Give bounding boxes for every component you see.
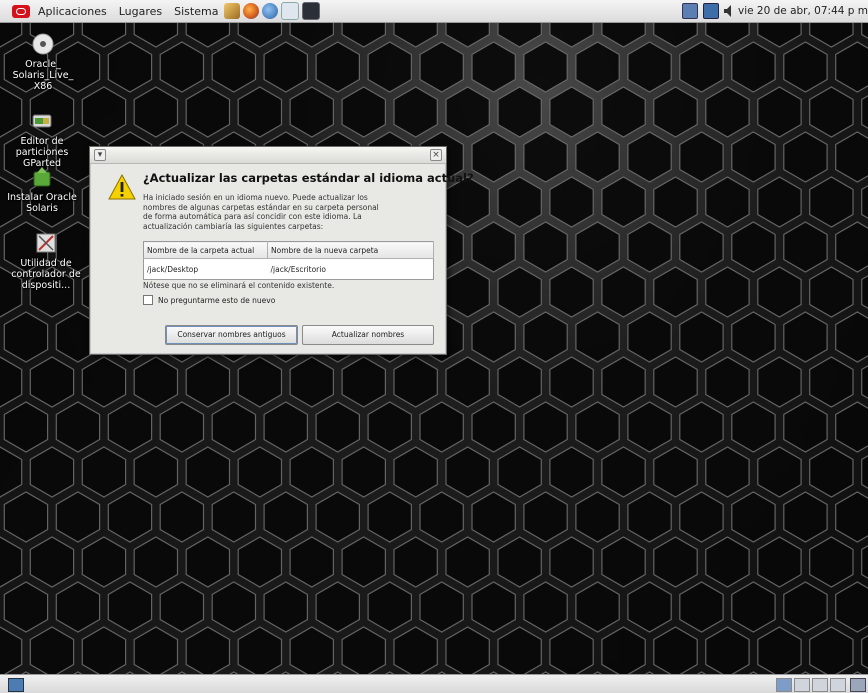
workspace-3[interactable] [812,678,828,692]
menu-places[interactable]: Lugares [113,5,168,18]
desktop-icon-label: Oracle_ Solaris_Live_ X86 [12,59,74,92]
device-driver-icon [35,232,57,254]
desktop-icon-install-solaris[interactable]: Instalar Oracle Solaris [2,166,82,214]
menu-system[interactable]: Sistema [168,5,224,18]
update-folders-dialog: ▾ × ¿Actualizar las carpetas estándar al… [89,146,474,355]
window-menu-icon[interactable]: ▾ [94,149,106,161]
keep-old-names-button[interactable]: Conservar nombres antiguos [165,325,298,345]
close-icon[interactable]: × [430,149,442,161]
dialog-heading: ¿Actualizar las carpetas estándar al idi… [143,171,474,185]
top-panel: Aplicaciones Lugares Sistema vie 20 de a… [0,0,868,23]
terminal-launcher-icon[interactable] [302,2,321,20]
text-editor-launcher-icon[interactable] [281,2,300,20]
desktop: Aplicaciones Lugares Sistema vie 20 de a… [0,0,868,693]
trash-icon[interactable] [850,678,866,692]
firefox-launcher-icon[interactable] [243,3,260,19]
home-launcher-icon[interactable] [224,3,241,19]
new-folder-cell: /jack/Escritorio [270,264,326,274]
desktop-icon-label: Utilidad de controlador de dispositi... [11,258,81,291]
disc-icon [32,33,54,55]
clock[interactable]: vie 20 de abr, 07:44 p m [738,5,868,17]
thunderbird-launcher-icon[interactable] [262,3,279,19]
gparted-icon [31,110,53,132]
dont-ask-again-checkbox[interactable] [143,295,153,305]
volume-icon[interactable] [723,4,734,18]
install-icon [31,166,53,188]
bottom-panel [0,674,868,693]
update-names-button[interactable]: Actualizar nombres [302,325,434,345]
dialog-titlebar[interactable]: ▾ × [90,147,446,164]
menu-applications[interactable]: Aplicaciones [32,5,113,18]
current-folder-cell: /jack/Desktop [147,264,199,274]
update-notifier-icon[interactable] [702,3,719,19]
desktop-icon-label: Editor de particiones GParted [15,136,69,169]
network-icon[interactable] [681,3,698,19]
desktop-icon-device-driver-utility[interactable]: Utilidad de controlador de dispositi... [6,232,86,291]
dialog-message: Ha iniciado sesión en un idioma nuevo. P… [143,193,379,231]
notice-text: Nótese que no se eliminará el contenido … [143,281,335,290]
dont-ask-again-option[interactable]: No preguntarme esto de nuevo [143,295,275,305]
warning-icon [108,174,136,200]
table-row[interactable]: /jack/Desktop /jack/Escritorio [144,259,434,280]
workspace-2[interactable] [794,678,810,692]
workspace-1[interactable] [776,678,792,692]
show-desktop-icon[interactable] [8,678,24,692]
folder-table: Nombre de la carpeta actual Nombre de la… [143,241,434,280]
dont-ask-again-label: No preguntarme esto de nuevo [158,295,276,305]
column-header-new[interactable]: Nombre de la nueva carpeta [267,241,434,259]
workspace-4[interactable] [830,678,846,692]
desktop-icon-label: Instalar Oracle Solaris [7,192,77,214]
desktop-icon-oracle-solaris-live[interactable]: Oracle_ Solaris_Live_ X86 [3,33,83,92]
tray-area: vie 20 de abr, 07:44 p m [677,0,868,22]
oracle-menu-icon[interactable] [12,4,30,18]
desktop-icon-gparted[interactable]: Editor de particiones GParted [2,110,82,169]
column-header-current[interactable]: Nombre de la carpeta actual [143,241,268,259]
